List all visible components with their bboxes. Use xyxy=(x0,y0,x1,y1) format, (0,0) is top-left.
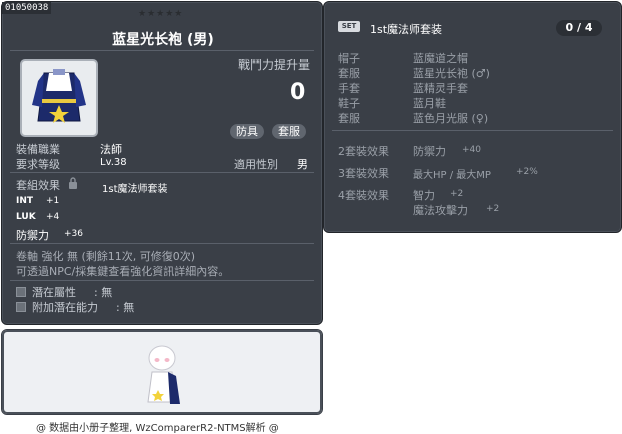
set-effect-2-label: 2套裝效果 xyxy=(338,145,389,158)
bonus-potential-value: : 無 xyxy=(116,301,135,314)
req-divider xyxy=(10,172,314,173)
bonus-potential-label: 附加潛在能力 xyxy=(32,301,98,314)
set-effect-4-value-2: +2 xyxy=(486,204,500,214)
set-info-panel: SET 1st魔法师套装 0 / 4 帽子 蓝魔道之帽 套服 蓝星光长袍 (♂)… xyxy=(323,1,622,233)
set-effect-4-stat-2: 魔法攻擊力 xyxy=(413,204,468,217)
power-value: 0 xyxy=(290,80,306,105)
item-name: 蓝星光长袍 (男) xyxy=(112,32,214,48)
set-effect-4-stat-1: 智力 xyxy=(413,189,435,202)
level-label: 要求等级 xyxy=(16,158,60,171)
set-effect-3-value: +2% xyxy=(516,167,538,177)
potential-divider xyxy=(10,280,314,281)
scroll-info: 卷軸 強化 無 (剩餘11次, 可修復0次) xyxy=(16,250,196,263)
piece-name-1: 蓝魔道之帽 xyxy=(413,52,468,65)
robe-icon xyxy=(32,69,86,123)
piece-slot-5: 套服 xyxy=(338,112,360,125)
piece-name-4: 蓝月鞋 xyxy=(413,97,446,110)
set-effect-4-label: 4套裝效果 xyxy=(338,189,389,202)
stat-value-int: +1 xyxy=(46,196,60,206)
footer-credit: @ 数据由小册子整理, WzComparerR2-NTMS解析 @ xyxy=(36,423,279,434)
potential-value: : 無 xyxy=(94,286,113,299)
gender-label: 適用性別 xyxy=(234,158,278,171)
stat-divider xyxy=(10,243,314,244)
item-icon-frame xyxy=(20,59,98,137)
set-count: 0 / 4 xyxy=(556,20,602,36)
tag-armor: 防具 xyxy=(230,124,264,139)
set-name: 1st魔法师套装 xyxy=(370,23,443,36)
item-tooltip-panel: 01050038 ★★★★★ 蓝星光长袍 (男) 戰鬥力提升量 0 防具 套服 … xyxy=(1,1,323,325)
potential-slot-icon xyxy=(16,287,26,297)
potential-label: 潛在屬性 xyxy=(32,286,76,299)
set-effect-2-value: +40 xyxy=(462,145,481,155)
set-effect-3-label: 3套裝效果 xyxy=(338,167,389,180)
piece-name-5: 蓝色月光服 (♀) xyxy=(413,112,489,125)
bonus-potential-slot-icon xyxy=(16,302,26,312)
job-label: 裝備職業 xyxy=(16,143,60,156)
item-id-code: 01050038 xyxy=(2,2,52,14)
set-badge: SET xyxy=(338,21,360,32)
gender-value: 男 xyxy=(297,158,308,171)
piece-slot-3: 手套 xyxy=(338,82,360,95)
title-divider xyxy=(10,50,314,51)
avatar-preview-panel xyxy=(1,329,323,415)
star-force-stars: ★★★★★ xyxy=(138,9,184,19)
stat-value-def: +36 xyxy=(64,229,83,239)
set-effect-4-value-1: +2 xyxy=(450,189,464,199)
set-effect-2-stat: 防禦力 xyxy=(413,145,446,158)
stat-name-luk: LUK xyxy=(16,212,36,222)
set-effect-label: 套組效果 xyxy=(16,179,60,192)
character-avatar xyxy=(147,345,180,404)
tag-set: 套服 xyxy=(272,124,306,139)
stat-value-luk: +4 xyxy=(46,212,60,222)
set-divider xyxy=(332,130,613,131)
stat-name-def: 防禦力 xyxy=(16,229,49,242)
set-effect-value: 1st魔法师套装 xyxy=(102,184,168,195)
piece-name-2: 蓝星光长袍 (♂) xyxy=(413,67,490,80)
npc-info: 可透過NPC/採集鍵查看強化資訊詳細內容。 xyxy=(16,265,230,278)
level-value: Lv.38 xyxy=(100,157,127,168)
job-value: 法師 xyxy=(100,143,122,156)
piece-slot-4: 鞋子 xyxy=(338,97,360,110)
piece-name-3: 蓝精灵手套 xyxy=(413,82,468,95)
lock-icon xyxy=(69,177,77,189)
power-label: 戰鬥力提升量 xyxy=(238,58,311,72)
set-effect-3-stat: 最大HP / 最大MP xyxy=(413,170,491,181)
piece-slot-1: 帽子 xyxy=(338,52,360,65)
piece-slot-2: 套服 xyxy=(338,67,360,80)
stat-name-int: INT xyxy=(16,196,34,206)
